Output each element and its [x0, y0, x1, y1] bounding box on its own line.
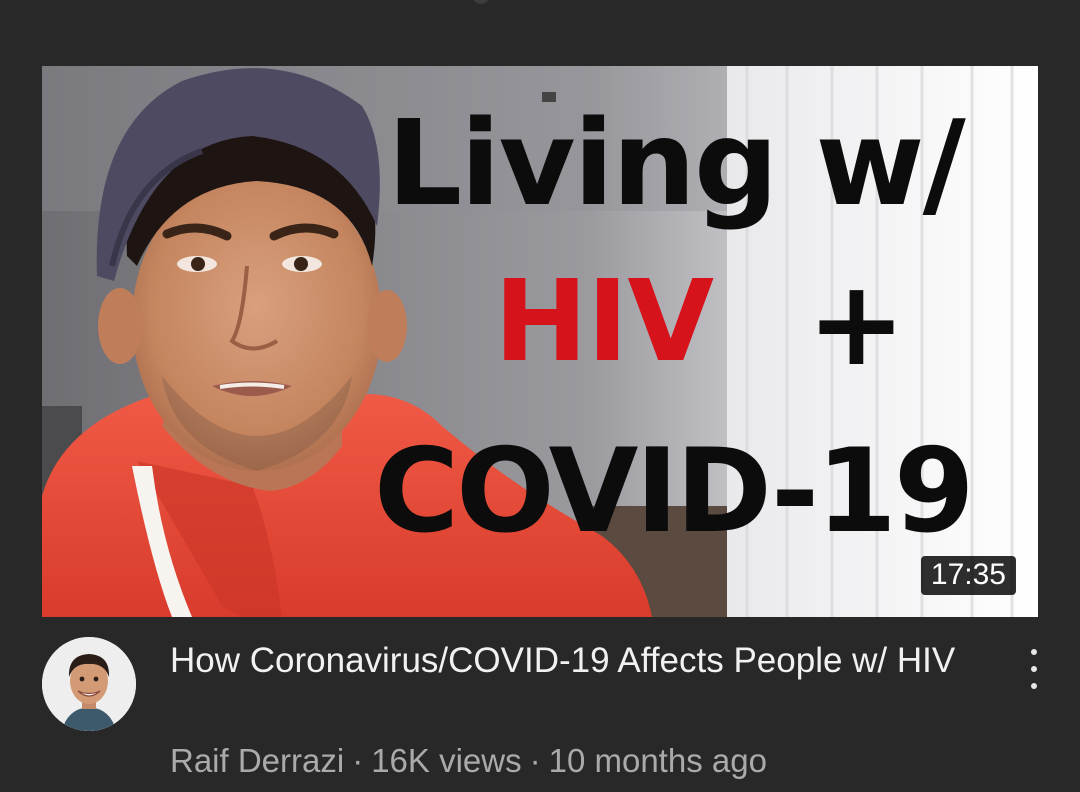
more-vertical-icon[interactable] [1014, 641, 1054, 697]
video-meta: How Coronavirus/COVID-19 Affects People … [0, 617, 1080, 792]
thumbnail-overlay-plus: + [807, 254, 906, 392]
avatar-image [42, 637, 136, 731]
upload-age: 10 months ago [548, 742, 767, 779]
video-card: Living w/ HIV + COVID-19 17:35 How Coron… [0, 0, 1080, 792]
separator-dot: · [529, 742, 541, 779]
thumbnail-overlay-covid: COVID-19 [374, 424, 975, 559]
thumbnail-overlay-title: Living w/ [387, 94, 966, 232]
channel-avatar[interactable] [42, 637, 136, 731]
duration-badge: 17:35 [920, 556, 1016, 595]
video-title[interactable]: How Coronavirus/COVID-19 Affects People … [170, 639, 970, 683]
menu-dot [1031, 649, 1037, 655]
view-count: 16K views [371, 742, 522, 779]
separator-dot: · [352, 742, 364, 779]
menu-dot [1031, 683, 1037, 689]
channel-name[interactable]: Raif Derrazi [170, 742, 344, 779]
thumbnail-overlay-hiv: HIV [494, 257, 714, 387]
menu-dot [1031, 666, 1037, 672]
video-thumbnail[interactable]: Living w/ HIV + COVID-19 17:35 [42, 66, 1038, 617]
top-edge-fragment [474, 0, 488, 4]
video-metadata-line: Raif Derrazi · 16K views · 10 months ago [170, 741, 767, 781]
